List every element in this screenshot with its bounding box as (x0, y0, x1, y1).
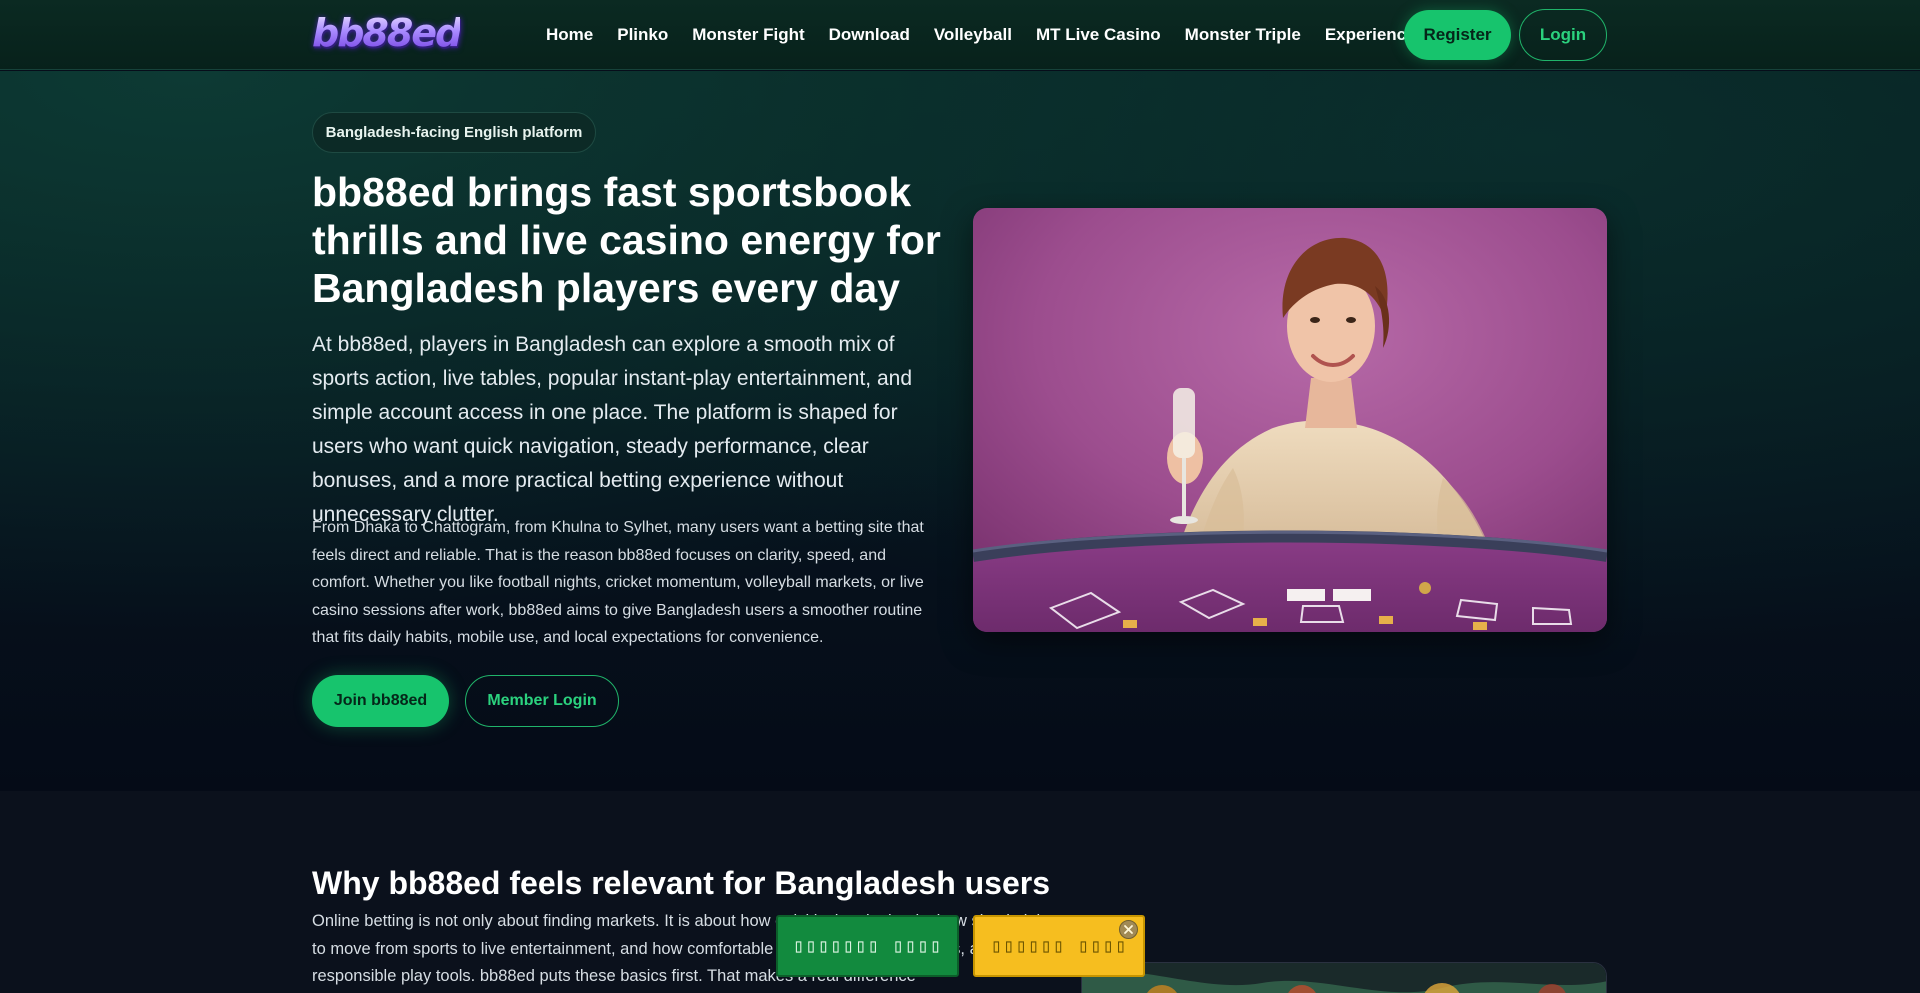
nav-item-volleyball[interactable]: Volleyball (934, 25, 1012, 45)
slot-game-image (1081, 962, 1607, 993)
logo-text: bb88ed (312, 11, 462, 55)
join-button[interactable]: Join bb88ed (312, 675, 449, 727)
hero-section (0, 71, 1920, 791)
logo[interactable]: bb88ed (312, 10, 466, 56)
main-nav: Home Plinko Monster Fight Download Volle… (546, 0, 1449, 70)
hero-title: bb88ed brings fast sportsbook thrills an… (312, 169, 941, 311)
why-section-title: Why bb88ed feels relevant for Bangladesh… (312, 865, 1051, 901)
site-header: bb88ed Home Plinko Monster Fight Downloa… (0, 0, 1920, 70)
register-button[interactable]: Register (1404, 10, 1511, 60)
nav-item-home[interactable]: Home (546, 25, 593, 45)
platform-badge: Bangladesh-facing English platform (312, 112, 596, 153)
nav-item-monster-fight[interactable]: Monster Fight (692, 25, 804, 45)
nav-item-monster-triple[interactable]: Monster Triple (1185, 25, 1301, 45)
nav-item-download[interactable]: Download (829, 25, 910, 45)
floating-promo-green-button[interactable]: ▯▯▯▯▯▯▯ ▯▯▯▯ (776, 915, 959, 977)
nav-item-plinko[interactable]: Plinko (617, 25, 668, 45)
hero-casino-dealer-image (973, 208, 1607, 632)
nav-item-mt-live-casino[interactable]: MT Live Casino (1036, 25, 1161, 45)
login-button[interactable]: Login (1519, 9, 1607, 61)
close-icon[interactable] (1119, 920, 1138, 939)
hero-lead-paragraph: At bb88ed, players in Bangladesh can exp… (312, 333, 913, 526)
member-login-button[interactable]: Member Login (465, 675, 619, 727)
hero-body-paragraph: From Dhaka to Chattogram, from Khulna to… (312, 519, 924, 646)
